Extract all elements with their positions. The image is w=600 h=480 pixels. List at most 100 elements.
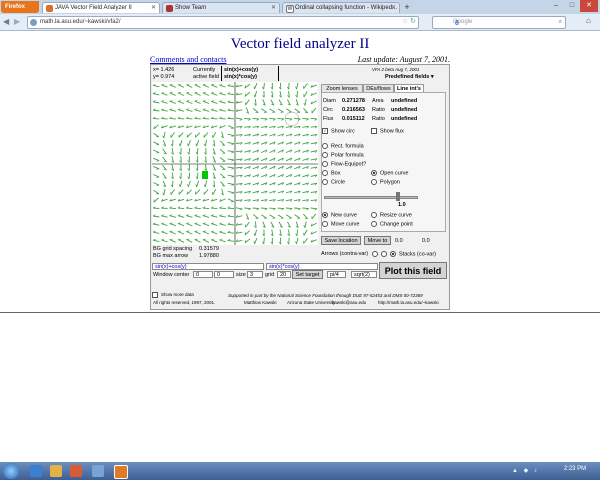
radio-selected-icon[interactable] — [390, 251, 396, 257]
set-target-button[interactable]: Set target — [292, 270, 323, 279]
close-icon[interactable]: ✕ — [391, 3, 396, 13]
show-flux-checkbox[interactable]: Show flux — [371, 128, 404, 134]
radio-box[interactable]: Box — [322, 170, 340, 176]
comments-link[interactable]: Comments and contacts — [150, 55, 226, 64]
field-arrow-head — [177, 108, 181, 111]
radio-polygon[interactable]: Polygon — [371, 179, 400, 185]
target-marker[interactable] — [202, 171, 208, 179]
maximize-icon[interactable]: □ — [564, 0, 580, 12]
tab-ordinal-collapsing[interactable]: W Ordinal collapsing function - Wikiped.… — [282, 2, 400, 13]
radio-icon — [322, 143, 328, 149]
close-icon[interactable]: ✕ — [151, 3, 156, 13]
field-arrow — [296, 229, 298, 237]
field-arrow — [211, 223, 218, 227]
pi4-input[interactable]: pi/4 — [327, 271, 346, 278]
home-icon[interactable]: ⌂ — [586, 16, 591, 25]
field-arrow — [194, 109, 201, 112]
field-arrow — [161, 223, 168, 226]
field-arrow-head — [161, 108, 165, 111]
plot-field-button[interactable]: Plot this field — [379, 262, 447, 279]
radio-move-curve[interactable]: Move curve — [322, 221, 359, 227]
reload-icon[interactable]: ↻ — [410, 17, 416, 25]
field-arrow-head — [178, 83, 181, 86]
radio-circle[interactable]: Circle — [322, 179, 345, 185]
field-arrow — [178, 189, 184, 195]
radio-rect-formula[interactable]: Rect. formula — [322, 143, 364, 149]
window-center-x-input[interactable]: 0 — [193, 271, 213, 278]
ie-icon[interactable] — [30, 465, 42, 477]
field-arrow-head — [156, 184, 160, 187]
field-y-input[interactable]: sin(x)*cos(y) — [266, 263, 378, 270]
firefox-taskbar-icon[interactable] — [114, 465, 128, 479]
arrow-mode-radios[interactable]: Stacks (co-var) — [372, 251, 436, 257]
system-tray-icons[interactable]: ▲ ◆ ♪ — [512, 467, 539, 474]
radio-polar-formula[interactable]: Polar formula — [322, 152, 364, 158]
slider-handle[interactable] — [396, 192, 400, 201]
url-input[interactable]: math.la.asu.edu/~kawski/vfa2/ — [27, 16, 419, 29]
close-window-icon[interactable]: ✕ — [580, 0, 598, 12]
field-arrow-head — [169, 108, 173, 111]
window-center-y-input[interactable]: 0 — [214, 271, 234, 278]
grid-input[interactable]: 20 — [277, 271, 291, 278]
field-arrow — [227, 133, 235, 137]
radio-icon[interactable] — [381, 251, 387, 257]
move-x-field[interactable]: 0.0 — [395, 238, 403, 244]
radio-open-curve[interactable]: Open curve — [371, 170, 408, 176]
move-y-field[interactable]: 0.0 — [422, 238, 430, 244]
field-arrow-head — [202, 100, 206, 102]
firefox-menu-button[interactable]: Firefox — [1, 1, 39, 13]
radio-new-curve[interactable]: New curve — [322, 212, 357, 218]
field-arrow-head — [186, 83, 190, 86]
tab-zoom-lenses[interactable]: Zoom lenses — [321, 84, 363, 92]
field-arrow — [254, 237, 258, 245]
field-arrow-head — [178, 92, 181, 94]
move-to-button[interactable]: Move to — [364, 236, 391, 245]
sqrt2-input[interactable]: sqrt(2) — [351, 271, 377, 278]
field-arrow — [269, 117, 276, 120]
tab-show-team[interactable]: Show Team ✕ — [162, 2, 280, 13]
search-input[interactable]: 8 Google ⌕ — [432, 16, 566, 29]
radio-flow-equipot[interactable]: Flow-Equipot? — [322, 161, 366, 167]
field-arrow — [152, 109, 160, 112]
search-icon[interactable]: ⌕ — [539, 17, 562, 28]
vector-field-canvas[interactable] — [152, 82, 318, 245]
predefined-fields-menu[interactable]: Predefined fields ▾ — [385, 74, 434, 80]
size-input[interactable]: 3 — [247, 271, 263, 278]
field-arrow — [260, 117, 268, 120]
globe-icon — [30, 19, 37, 26]
field-arrow — [254, 90, 258, 98]
checkbox-icon — [152, 292, 158, 298]
field-arrow — [261, 214, 267, 219]
radio-icon[interactable] — [372, 251, 378, 257]
stat-label: Area — [372, 98, 384, 104]
tab-des-flows[interactable]: DEs/flows — [363, 84, 394, 92]
close-icon[interactable]: ✕ — [271, 3, 276, 13]
radio-resize-curve[interactable]: Resize curve — [371, 212, 412, 218]
field-arrow — [227, 215, 235, 218]
show-circ-checkbox[interactable]: ✓ Show circ — [322, 128, 355, 134]
field-arrow-head — [210, 108, 214, 111]
radio-change-point[interactable]: Change point — [371, 221, 413, 227]
new-tab-button[interactable]: + — [402, 2, 412, 13]
media-player-icon[interactable] — [70, 465, 82, 477]
field-arrow — [161, 92, 168, 96]
folder-icon[interactable] — [50, 465, 62, 477]
tab-line-ints[interactable]: Line int's — [394, 84, 424, 92]
bookmark-star-icon[interactable]: ☆ — [402, 17, 408, 25]
field-arrow — [177, 92, 185, 96]
size-slider[interactable] — [324, 196, 418, 199]
forward-arrow-icon[interactable]: ▶ — [14, 16, 24, 27]
field-arrow-head — [195, 143, 197, 147]
field-arrow — [204, 139, 208, 147]
field-x-input[interactable]: sin(x)+cos(y) — [152, 263, 264, 270]
field-arrow — [210, 109, 218, 112]
tab-vector-field-analyzer[interactable]: JAVA Vector Field Analyzer II ✕ — [42, 2, 160, 13]
start-button[interactable] — [3, 463, 19, 479]
app-icon[interactable] — [92, 465, 104, 477]
save-location-button[interactable]: Save location — [321, 236, 361, 245]
clock[interactable]: 2:23 PM — [555, 466, 595, 472]
back-arrow-icon[interactable]: ◀ — [3, 16, 13, 27]
minimize-icon[interactable]: – — [548, 0, 564, 12]
field-arrow — [235, 207, 243, 210]
show-more-data-checkbox[interactable]: Show more data — [152, 292, 194, 298]
